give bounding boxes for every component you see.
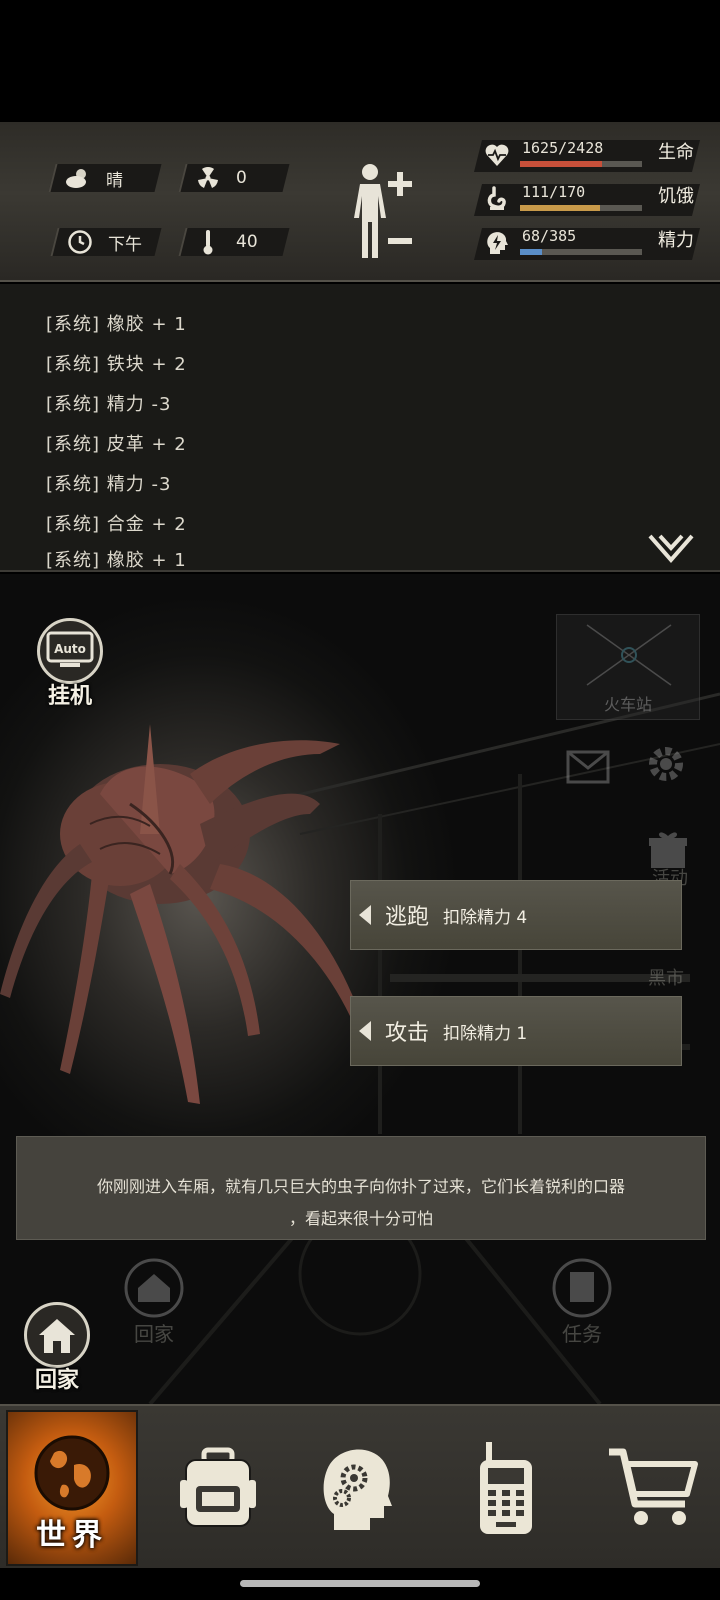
thermometer-icon xyxy=(194,230,222,255)
body-status-figure[interactable] xyxy=(348,162,392,262)
auto-monitor-icon: Auto xyxy=(46,631,94,667)
hunger-value: 111/170 xyxy=(522,183,586,201)
tab-shop[interactable] xyxy=(598,1410,708,1566)
energy-bar xyxy=(520,249,642,255)
attack-button[interactable]: 攻击 扣除精力 1 xyxy=(350,996,682,1066)
log-line: [系统] 铁块 + 2 xyxy=(46,354,187,375)
minus-icon[interactable] xyxy=(388,230,412,244)
black-market-label[interactable]: 黑市 xyxy=(648,964,684,990)
weather-tag: 晴 xyxy=(48,164,162,192)
home-button[interactable]: 回家 xyxy=(20,1302,94,1396)
log-line: [系统] 合金 + 2 xyxy=(46,514,187,535)
tab-radio[interactable] xyxy=(456,1410,556,1566)
radiation-value: 0 xyxy=(236,168,247,188)
story-text-box: 你刚刚进入车厢，就有几只巨大的虫子向你扑了过来，它们长着锐利的口器 ，看起来很十… xyxy=(16,1136,706,1240)
mail-icon[interactable] xyxy=(566,750,610,788)
status-panel: 晴 0 下午 40 1625/2428 生命 111/170 饥饿 68/385… xyxy=(0,122,720,282)
health-label: 生命 xyxy=(658,142,694,163)
tab-world[interactable]: 世界 xyxy=(6,1410,138,1566)
flee-button[interactable]: 逃跑 扣除精力 4 xyxy=(350,880,682,950)
health-stat: 1625/2428 生命 xyxy=(474,138,708,172)
task-label[interactable]: 任务 xyxy=(562,1318,602,1347)
energy-label: 精力 xyxy=(658,230,694,251)
message-log[interactable]: [系统] 橡胶 + 1 [系统] 铁块 + 2 [系统] 精力 -3 [系统] … xyxy=(0,284,720,572)
time-value: 下午 xyxy=(108,234,142,255)
plus-icon[interactable] xyxy=(388,172,412,196)
minimap-location-label: 火车站 xyxy=(603,695,652,714)
left-arrow-icon xyxy=(359,1021,371,1041)
home-label: 回家 xyxy=(34,1368,79,1393)
task-list-icon[interactable] xyxy=(552,1258,612,1322)
chevron-down-icon[interactable] xyxy=(648,534,694,566)
health-value: 1625/2428 xyxy=(522,139,604,157)
home-icon xyxy=(39,1319,75,1353)
auto-battle-label: 挂机 xyxy=(47,684,92,709)
walkie-talkie-icon xyxy=(480,1442,532,1534)
attack-cost: 扣除精力 1 xyxy=(443,1023,528,1044)
head-gears-icon xyxy=(323,1449,392,1530)
head-lightning-icon xyxy=(484,230,510,256)
radiation-icon xyxy=(194,167,222,189)
temperature-tag: 40 xyxy=(178,228,290,256)
giant-bug-enemy[interactable] xyxy=(0,714,380,1114)
stomach-icon xyxy=(484,186,510,212)
gear-icon[interactable] xyxy=(644,742,688,790)
bottom-nav: 世界 xyxy=(0,1404,720,1568)
log-line: [系统] 橡胶 + 1 xyxy=(46,550,187,571)
energy-value: 68/385 xyxy=(522,227,577,245)
flee-label: 逃跑 xyxy=(385,905,430,930)
hunger-label: 饥饿 xyxy=(658,186,694,207)
health-bar xyxy=(520,161,642,167)
hunger-bar xyxy=(520,205,642,211)
globe-icon xyxy=(34,1435,110,1511)
shopping-cart-icon xyxy=(609,1448,698,1525)
system-home-indicator[interactable] xyxy=(240,1580,480,1587)
temperature-value: 40 xyxy=(236,232,258,252)
log-line: [系统] 精力 -3 xyxy=(46,474,172,495)
radiation-tag: 0 xyxy=(178,164,290,192)
story-line-1: 你刚刚进入车厢，就有几只巨大的虫子向你扑了过来，它们长着锐利的口器 xyxy=(96,1177,625,1196)
weather-value: 晴 xyxy=(106,170,123,191)
minimap[interactable]: 火车站 xyxy=(556,614,700,720)
hunger-stat: 111/170 饥饿 xyxy=(474,182,708,216)
backpack-icon xyxy=(180,1447,256,1527)
energy-stat: 68/385 精力 xyxy=(474,226,708,260)
tab-world-label: 世界 xyxy=(36,1518,108,1553)
home-label-faded: 回家 xyxy=(134,1322,174,1346)
clock-icon xyxy=(66,230,94,254)
battle-scene: Auto 挂机 火车站 活动 黑市 逃跑 扣除精力 4 攻击 扣除精力 1 你刚… xyxy=(0,574,720,1404)
attack-label: 攻击 xyxy=(385,1021,430,1046)
story-line-2: ，看起来很十分可怕 xyxy=(288,1209,433,1228)
cloud-sun-icon xyxy=(64,167,92,189)
time-tag: 下午 xyxy=(50,228,162,256)
left-arrow-icon xyxy=(359,905,371,925)
log-line: [系统] 精力 -3 xyxy=(46,394,172,415)
log-line: [系统] 橡胶 + 1 xyxy=(46,314,187,335)
tab-backpack[interactable] xyxy=(168,1410,268,1566)
log-line: [系统] 皮革 + 2 xyxy=(46,434,187,455)
flee-cost: 扣除精力 4 xyxy=(443,907,528,928)
auto-text: Auto xyxy=(54,642,86,656)
heartbeat-icon xyxy=(484,142,510,168)
tab-skills[interactable] xyxy=(306,1410,406,1566)
home-icon-faded xyxy=(124,1258,184,1322)
auto-battle-button[interactable]: Auto 挂机 xyxy=(34,618,106,709)
